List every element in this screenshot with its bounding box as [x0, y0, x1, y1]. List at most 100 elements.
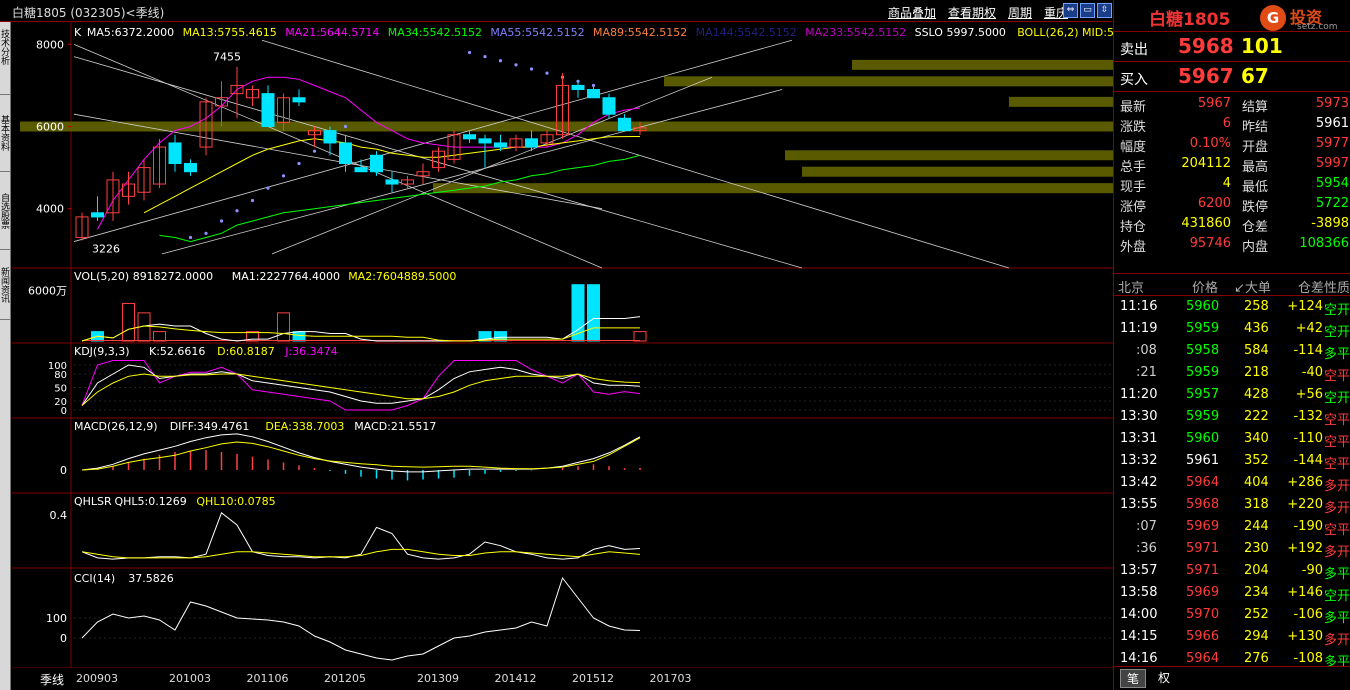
time-tick-label: 201412 — [495, 672, 537, 685]
tick-row[interactable]: :36 5971 230 +192 多开 — [1114, 538, 1350, 560]
tick-row[interactable]: 13:55 5968 318 +220 多开 — [1114, 494, 1350, 516]
tick-row[interactable]: 13:58 5969 234 +146 空开 — [1114, 582, 1350, 604]
tick-row[interactable]: :21 5959 218 -40 空平 — [1114, 362, 1350, 384]
tick-row[interactable]: 14:15 5966 294 +130 多开 — [1114, 626, 1350, 648]
tick-time: 13:42 — [1120, 475, 1158, 490]
chart-area[interactable]: 4000 6000 8000 7455 3226 K MA5:6372.2000 MA13:5… — [12, 22, 1113, 668]
stat-value: 5722 — [1315, 196, 1349, 211]
tick-price: 5968 — [1186, 497, 1220, 512]
kdj-j-line — [81, 360, 641, 411]
tick-type: 空平 — [1324, 369, 1350, 384]
stat-value: 6200 — [1197, 196, 1231, 211]
tick-time: 11:19 — [1120, 321, 1158, 336]
stat-label: 外盘 — [1120, 240, 1147, 255]
tick-price: 5971 — [1186, 563, 1220, 578]
tick-volume: 318 — [1244, 497, 1269, 512]
stat-label: 内盘 — [1242, 240, 1269, 255]
tick-row[interactable]: :08 5958 584 -114 多平 — [1114, 340, 1350, 362]
macd-diff-line — [81, 433, 641, 473]
cci-legend-item: CCI(14) — [74, 572, 115, 585]
tick-row[interactable]: 14:00 5970 252 -106 多平 — [1114, 604, 1350, 626]
left-tab-1[interactable]: 基本资料 — [0, 95, 11, 172]
window-buttons: ⇔ ▭ ⇳ — [1063, 3, 1112, 18]
view-options-link[interactable]: 查看期权 — [948, 4, 996, 21]
stat-value: 0.10% — [1189, 136, 1231, 151]
candle-body — [618, 117, 631, 132]
expand-icon[interactable]: ⇳ — [1097, 3, 1112, 18]
tick-price: 5964 — [1186, 475, 1220, 490]
stat-row: 现手 4 最低 5954 — [1114, 176, 1350, 196]
volume-profile-bar — [20, 121, 1113, 132]
sar-dot — [188, 235, 193, 240]
sar-dot — [235, 209, 239, 213]
tick-row[interactable]: 13:30 5959 222 -132 空平 — [1114, 406, 1350, 428]
tick-row[interactable]: 11:20 5957 428 +56 空开 — [1114, 384, 1350, 406]
tick-row[interactable]: 13:32 5961 352 -144 空平 — [1114, 450, 1350, 472]
tick-row[interactable]: 13:31 5960 340 -110 空平 — [1114, 428, 1350, 450]
stat-label: 涨跌 — [1120, 120, 1147, 135]
candle-body — [587, 89, 600, 99]
tick-row[interactable]: 13:42 5964 404 +286 多开 — [1114, 472, 1350, 494]
left-tab-3[interactable]: 新闻资讯 — [0, 250, 11, 320]
overlay-commodity-link[interactable]: 商品叠加 — [888, 4, 936, 21]
stat-row: 幅度 0.10% 开盘 5977 — [1114, 136, 1350, 156]
volume-profile-bar — [433, 183, 1113, 194]
cci-legend-item: 37.5826 — [128, 572, 174, 585]
k-legend-item: MA144:5542.5152 — [696, 26, 797, 39]
tick-volume: 244 — [1244, 519, 1269, 534]
tick-row[interactable]: 11:19 5959 436 +42 空开 — [1114, 318, 1350, 340]
tick-list[interactable]: 11:16 5960 258 +124 空开 11:19 5959 436 +42 空开:08 59… — [1114, 296, 1350, 686]
buy-label: 买入 — [1120, 72, 1148, 88]
vol-legend-item: MA1:2227764.4000 — [232, 270, 340, 283]
period-link[interactable]: 周期 — [1008, 4, 1032, 21]
contract-title: 白糖1805 (032305)<季线) — [12, 6, 165, 20]
cci-line — [81, 576, 641, 661]
ticks-header-volume: ↙大单 — [1234, 281, 1271, 296]
sar-dot — [498, 59, 503, 63]
tick-oi-change: +42 — [1295, 321, 1323, 336]
ma34-line — [159, 154, 641, 243]
tick-time: 13:30 — [1120, 409, 1158, 424]
candle-body — [91, 212, 104, 218]
tab-trades[interactable]: 笔 — [1120, 669, 1147, 688]
k-legend-item: MA233:5542.5152 — [805, 26, 906, 39]
price-tick-label: 6000 — [36, 121, 64, 134]
stat-value: 5961 — [1315, 116, 1349, 131]
sar-dot — [204, 231, 208, 235]
tick-volume: 204 — [1244, 563, 1269, 578]
buy-volume: 67 — [1241, 64, 1269, 88]
kdj-tick-label: 50 — [54, 384, 67, 395]
tick-volume: 234 — [1244, 585, 1269, 600]
left-tab-2[interactable]: 自选股票 — [0, 172, 11, 250]
stat-value: 5997 — [1315, 156, 1349, 171]
technical-chart-svg[interactable]: 4000 6000 8000 7455 3226 K MA5:6372.2000 MA13:5… — [12, 22, 1113, 668]
stat-row: 最新 5967 结算 5973 — [1114, 96, 1350, 116]
time-tick-label: 201309 — [417, 672, 459, 685]
candle-body — [571, 84, 585, 91]
tick-price: 5959 — [1186, 409, 1220, 424]
macd-legend-item: DIFF:349.4761 — [170, 420, 250, 433]
tick-oi-change: -40 — [1301, 365, 1323, 380]
sar-dot — [297, 161, 301, 166]
tick-row[interactable]: 13:57 5971 204 -90 多平 — [1114, 560, 1350, 582]
tick-time: 13:31 — [1120, 431, 1158, 446]
tick-oi-change: -106 — [1293, 607, 1323, 622]
stat-label: 持仓 — [1120, 220, 1147, 235]
tick-price: 5959 — [1186, 321, 1220, 336]
sell-label: 卖出 — [1120, 42, 1148, 58]
tick-oi-change: +192 — [1287, 541, 1323, 556]
tick-price: 5970 — [1186, 607, 1220, 622]
tick-row[interactable]: :07 5969 244 -190 空平 — [1114, 516, 1350, 538]
volume-bar — [587, 284, 600, 342]
restore-icon[interactable]: ▭ — [1080, 3, 1095, 18]
volume-bar — [122, 302, 135, 342]
tick-price: 5961 — [1186, 453, 1220, 468]
tab-rights[interactable]: 权 — [1152, 669, 1176, 686]
tick-row[interactable]: 11:16 5960 258 +124 空开 — [1114, 296, 1350, 318]
kdj-k-line — [81, 364, 641, 406]
candle-body — [261, 93, 275, 128]
candle-body — [602, 97, 616, 115]
swap-icon[interactable]: ⇔ — [1063, 3, 1078, 18]
k-legend-item: MA89:5542.5152 — [593, 26, 687, 39]
price-tick-label: 4000 — [36, 203, 64, 216]
